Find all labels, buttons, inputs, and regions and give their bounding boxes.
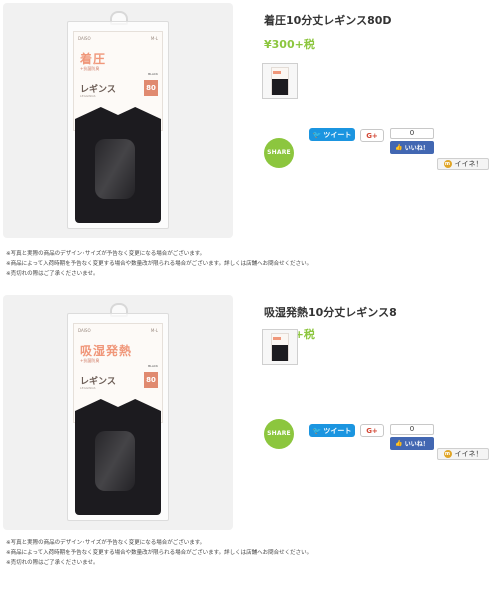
note-line: ※写真と実際の商品のデザイン･サイズが予告なく変更になる場合がございます。 xyxy=(6,540,206,546)
package-category-sub: LEGGINGS xyxy=(80,94,96,98)
package-category-sub: LEGGINGS xyxy=(80,386,96,390)
gplus-button[interactable]: G+ xyxy=(360,129,384,142)
package-image: DAISO M-L 吸湿発熱 +抗菌防臭 レギンス LEGGINGS BLACK… xyxy=(63,303,173,523)
note-line: ※写真と実際の商品のデザイン･サイズが予告なく変更になる場合がございます。 xyxy=(6,251,206,257)
mixi-icon: m xyxy=(443,160,452,168)
fb-like-count: 0 xyxy=(390,424,434,435)
fb-like-button[interactable]: 👍 いいね！ xyxy=(390,141,434,154)
package-brand: DAISO xyxy=(78,36,91,41)
package-headline: 着圧 xyxy=(80,52,107,66)
product-photo[interactable]: DAISO M-L 吸湿発熱 +抗菌防臭 レギンス LEGGINGS BLACK… xyxy=(3,295,233,530)
note-line: ※商品によって入荷時期を予告なく変更する場合や数量改が限られる場合がございます。… xyxy=(6,261,313,267)
fb-like-label: いいね！ xyxy=(404,145,429,152)
note-line: ※売切れの際はご了承くださいませ。 xyxy=(6,271,99,277)
note-line: ※商品によって入荷時期を予告なく変更する場合や数量改が限られる場合がございます。… xyxy=(6,550,313,556)
mixi-iine-button[interactable]: m イイネ！ xyxy=(437,448,489,460)
package-subline: +抗菌防臭 xyxy=(80,66,100,71)
twitter-bird-icon: 🐦 xyxy=(312,426,322,435)
package-image: DAISO M-L 着圧 +抗菌防臭 レギンス LEGGINGS BLACK 8… xyxy=(63,11,173,231)
product-title: 吸湿発熱10分丈レギンス8 xyxy=(264,306,397,319)
iine-label: イイネ！ xyxy=(454,450,483,458)
package-size: M-L xyxy=(150,36,158,41)
package-headline: 吸湿発熱 xyxy=(80,344,133,358)
gplus-label: G+ xyxy=(366,131,378,140)
tweet-button[interactable]: 🐦 ツイート xyxy=(309,424,355,437)
iine-label: イイネ！ xyxy=(454,160,483,168)
fb-like-label: いいね！ xyxy=(404,441,429,448)
thumbs-up-icon: 👍 xyxy=(395,440,403,447)
product-thumbnail[interactable] xyxy=(262,329,298,365)
package-color-label: BLACK xyxy=(148,72,158,76)
note-line: ※売切れの際はご了承くださいませ。 xyxy=(6,560,99,566)
product-notes: ※写真と実際の商品のデザイン･サイズが予告なく変更になる場合がございます。 ※商… xyxy=(6,249,312,279)
tweet-label: ツイート xyxy=(323,130,352,139)
package-denier: 80 xyxy=(144,372,158,388)
tweet-button[interactable]: 🐦 ツイート xyxy=(309,128,355,141)
share-badge: SHARE xyxy=(264,419,294,449)
package-denier: 80 xyxy=(144,80,158,96)
twitter-bird-icon: 🐦 xyxy=(312,130,322,139)
legging-fabric xyxy=(75,411,161,515)
mixi-iine-button[interactable]: m イイネ！ xyxy=(437,158,489,170)
fb-like-count: 0 xyxy=(390,128,434,139)
package-subline: +抗菌防臭 xyxy=(80,358,100,363)
package-brand: DAISO xyxy=(78,328,91,333)
product-price: ¥300+税 xyxy=(264,38,315,51)
gplus-label: G+ xyxy=(366,426,378,435)
mixi-icon: m xyxy=(443,450,452,458)
fb-like-button[interactable]: 👍 いいね！ xyxy=(390,437,434,450)
gplus-button[interactable]: G+ xyxy=(360,424,384,437)
product-photo[interactable]: DAISO M-L 着圧 +抗菌防臭 レギンス LEGGINGS BLACK 8… xyxy=(3,3,233,238)
tweet-label: ツイート xyxy=(323,426,352,435)
package-size: M-L xyxy=(150,328,158,333)
product-thumbnail[interactable] xyxy=(262,63,298,99)
package-color-label: BLACK xyxy=(148,364,158,368)
product-notes: ※写真と実際の商品のデザイン･サイズが予告なく変更になる場合がございます。 ※商… xyxy=(6,538,312,568)
product-title: 着圧10分丈レギンス80D xyxy=(264,14,392,27)
legging-fabric xyxy=(75,119,161,223)
share-badge: SHARE xyxy=(264,138,294,168)
thumbs-up-icon: 👍 xyxy=(395,144,403,151)
